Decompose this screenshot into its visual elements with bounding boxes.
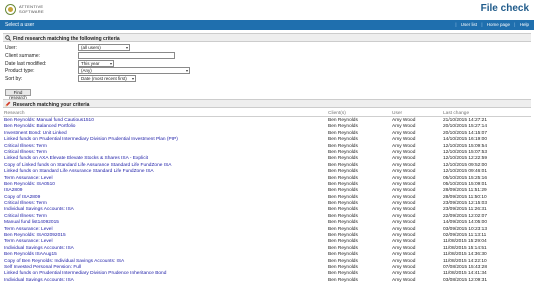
results-panel-header: Research matching your criteria [3, 99, 531, 108]
date-modified-label: Date last modified: [5, 61, 47, 67]
top-navbar: Select a user | User list | Home page | … [0, 20, 534, 30]
last-change-cell: 03/08/2015 12:09:31 [443, 277, 488, 283]
chevron-down-icon: ▾ [125, 45, 128, 50]
find-panel-header: Find research matching the following cri… [3, 33, 531, 42]
pencil-icon [5, 101, 11, 107]
table-header: Research Client(s) User Last change [3, 110, 531, 117]
date-modified-value: This year [81, 61, 100, 66]
user-list-link[interactable]: User list [461, 22, 477, 27]
product-type-value: (Any) [81, 68, 92, 73]
chevron-down-icon: ▾ [185, 68, 188, 73]
user-select-value: (all users) [81, 45, 101, 50]
logo-text: ATTENTIVE SOFTWARE [19, 4, 44, 14]
column-header-last-change[interactable]: Last change [443, 111, 469, 116]
find-panel-title: Find research matching the following cri… [13, 35, 120, 42]
sort-by-select[interactable]: Date (most recent first) ▾ [78, 75, 136, 82]
user-select[interactable]: (all users) ▾ [78, 44, 130, 51]
nav-links: | User list | Home page | Help [455, 22, 529, 27]
research-link[interactable]: Individual Savings Accounts: ISA [4, 278, 74, 284]
home-page-link[interactable]: Home page [487, 22, 510, 27]
app-header: ATTENTIVE SOFTWARE File check [0, 0, 534, 20]
logo-mark-icon [5, 4, 16, 15]
client-surname-input[interactable] [78, 52, 175, 59]
column-header-user[interactable]: User [392, 111, 402, 116]
table-body: Ben Reynolds: Manual fund Cautious1510 Be… [3, 118, 531, 284]
client-surname-label: Client surname: [5, 53, 41, 59]
user-cell: Amy Wood [392, 277, 416, 283]
product-type-select[interactable]: (Any) ▾ [78, 67, 190, 74]
chevron-down-icon: ▾ [109, 61, 112, 66]
help-link[interactable]: Help [520, 22, 529, 27]
client-cell: Ben Reynolds [328, 277, 358, 283]
find-research-button[interactable]: Find research [5, 89, 31, 100]
logo-line-2: SOFTWARE [19, 8, 44, 14]
chevron-down-icon: ▾ [131, 76, 134, 81]
column-header-research[interactable]: Research [4, 111, 25, 116]
search-icon [5, 35, 11, 41]
column-header-clients[interactable]: Client(s) [328, 111, 346, 116]
app-title: File check [480, 3, 529, 14]
sort-by-value: Date (most recent first) [81, 76, 127, 81]
table-row: Individual Savings Accounts: ISA Ben Reyn… [3, 278, 531, 284]
select-user-link[interactable]: Select a user [5, 22, 34, 28]
company-logo: ATTENTIVE SOFTWARE [5, 3, 65, 16]
date-modified-select[interactable]: This year ▾ [78, 60, 114, 67]
product-type-label: Product type: [5, 68, 35, 74]
results-panel-title: Research matching your criteria [13, 101, 90, 108]
sort-by-label: Sort by: [5, 76, 23, 82]
user-label: User: [5, 45, 17, 51]
